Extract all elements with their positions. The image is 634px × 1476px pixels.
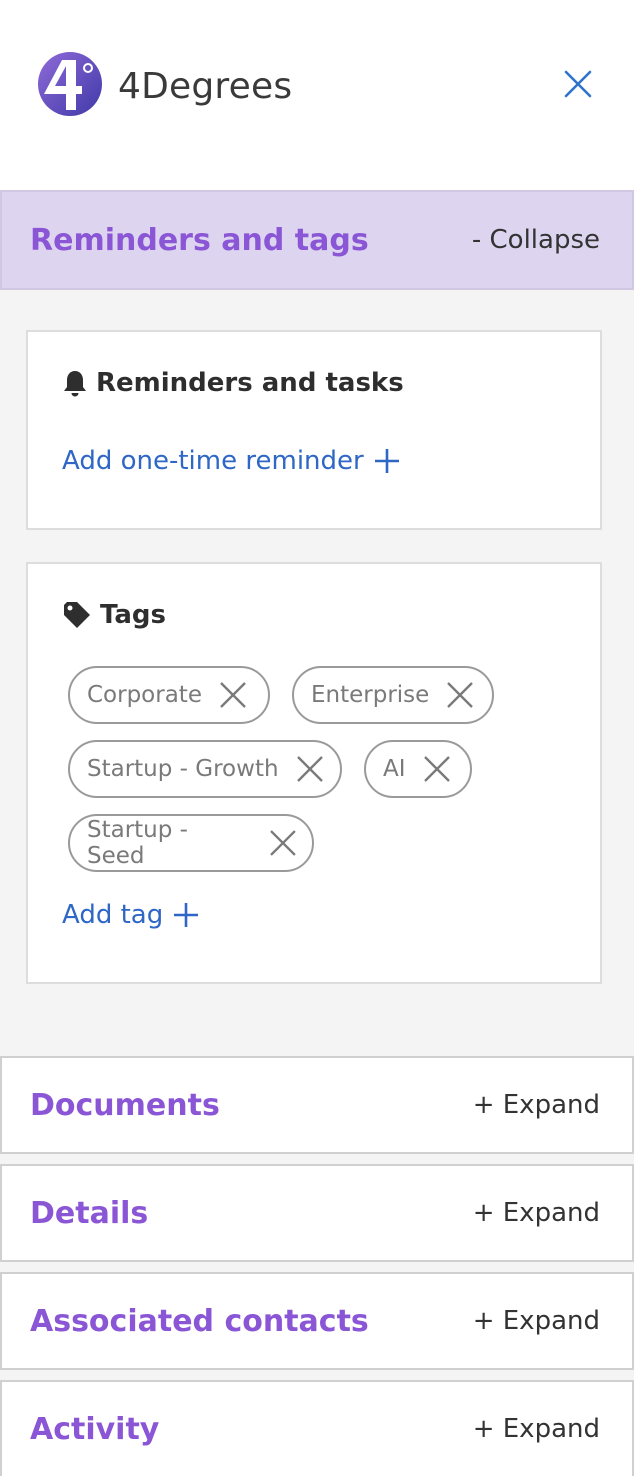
- section-title: Reminders and tags: [30, 222, 369, 258]
- tag-icon: [64, 602, 90, 628]
- brand-name: 4Degrees: [118, 66, 293, 107]
- bell-icon: [64, 371, 86, 397]
- expand-toggle[interactable]: + Expand: [473, 1090, 600, 1120]
- section-header-activity[interactable]: Activity + Expand: [0, 1380, 634, 1476]
- tag-chip: Startup - Seed: [68, 814, 314, 872]
- section-title: Activity: [30, 1411, 160, 1447]
- expand-toggle[interactable]: + Expand: [473, 1198, 600, 1228]
- tag-chip-label: Startup - Growth: [87, 756, 279, 782]
- section-header-reminders-and-tags[interactable]: Reminders and tags - Collapse: [0, 190, 634, 290]
- add-tag-link[interactable]: Add tag: [62, 900, 201, 930]
- remove-tag-icon[interactable]: [445, 680, 475, 710]
- section-title: Documents: [30, 1087, 220, 1123]
- section-title: Associated contacts: [30, 1303, 369, 1339]
- section-title: Details: [30, 1195, 149, 1231]
- plus-icon: [374, 449, 399, 473]
- expand-toggle[interactable]: + Expand: [473, 1306, 600, 1336]
- remove-tag-icon[interactable]: [422, 754, 452, 784]
- tag-chip: Enterprise: [292, 666, 494, 724]
- tags-title-text: Tags: [100, 600, 167, 630]
- tag-chip-label: Enterprise: [311, 682, 430, 708]
- remove-tag-icon[interactable]: [268, 828, 298, 858]
- reminders-card-title: Reminders and tasks: [62, 368, 404, 398]
- section-header-associated-contacts[interactable]: Associated contacts + Expand: [0, 1272, 634, 1370]
- remove-tag-icon[interactable]: [295, 754, 325, 784]
- tag-chip: AI: [364, 740, 472, 798]
- tag-chip-label: AI: [383, 756, 406, 782]
- tag-chip: Corporate: [68, 666, 270, 724]
- close-icon[interactable]: [560, 66, 596, 102]
- add-reminder-label: Add one-time reminder: [62, 446, 364, 476]
- collapse-toggle[interactable]: - Collapse: [472, 225, 600, 255]
- section-header-details[interactable]: Details + Expand: [0, 1164, 634, 1262]
- reminders-title-text: Reminders and tasks: [96, 368, 404, 398]
- tag-chip-label: Corporate: [87, 682, 202, 708]
- 4degrees-logo-icon: [38, 52, 102, 116]
- tag-chip: Startup - Growth: [68, 740, 342, 798]
- reminders-card: Reminders and tasks Add one-time reminde…: [26, 330, 602, 530]
- tag-chip-label: Startup - Seed: [87, 817, 188, 869]
- add-one-time-reminder-link[interactable]: Add one-time reminder: [62, 446, 402, 476]
- add-tag-label: Add tag: [62, 900, 164, 930]
- expand-toggle[interactable]: + Expand: [473, 1414, 600, 1444]
- remove-tag-icon[interactable]: [218, 680, 248, 710]
- plus-icon: [174, 903, 199, 927]
- tags-card: Tags Corporate Enterprise Startup - Grow…: [26, 562, 602, 984]
- section-header-documents[interactable]: Documents + Expand: [0, 1056, 634, 1154]
- top-bar: 4Degrees: [0, 0, 634, 190]
- tags-card-title: Tags: [62, 600, 166, 630]
